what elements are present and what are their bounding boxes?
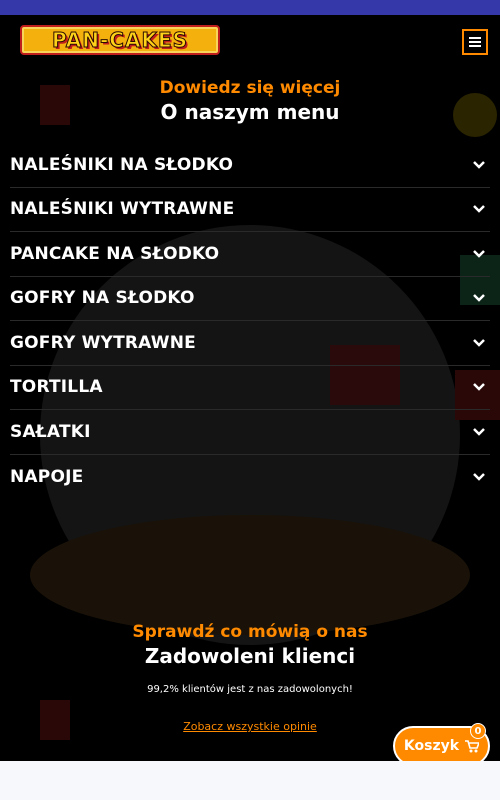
accordion-item-label: GOFRY NA SŁODKO bbox=[10, 288, 195, 309]
accordion-item-label: NALEŚNIKI NA SŁODKO bbox=[10, 154, 234, 175]
reviews-section-kicker: Sprawdź co mówią o nas bbox=[132, 622, 368, 642]
chevron-down-icon bbox=[473, 205, 485, 214]
site-header: PAN-CAKES bbox=[0, 15, 500, 75]
chevron-down-icon bbox=[473, 338, 485, 347]
accordion-item-salatki[interactable]: SAŁATKI bbox=[10, 410, 490, 455]
menu-section-title: O naszym menu bbox=[160, 100, 340, 124]
chevron-down-icon bbox=[473, 383, 485, 392]
chevron-down-icon bbox=[473, 472, 485, 481]
accordion-item-label: NAPOJE bbox=[10, 466, 84, 487]
cart-count-badge: 0 bbox=[470, 723, 486, 739]
chevron-down-icon bbox=[473, 427, 485, 436]
chevron-down-icon bbox=[473, 249, 485, 258]
shopping-cart-icon bbox=[465, 739, 480, 752]
accordion-item-label: PANCAKE NA SŁODKO bbox=[10, 243, 220, 264]
accordion-item-napoje[interactable]: NAPOJE bbox=[10, 455, 490, 500]
cart-button[interactable]: Koszyk 0 bbox=[393, 723, 490, 761]
accordion-item-nalesniki-wytrawne[interactable]: NALEŚNIKI WYTRAWNE bbox=[10, 188, 490, 232]
accordion-item-label: SAŁATKI bbox=[10, 421, 91, 442]
hamburger-icon bbox=[469, 37, 481, 47]
menu-accordion: NALEŚNIKI NA SŁODKO NALEŚNIKI WYTRAWNE P… bbox=[10, 143, 490, 499]
accordion-item-pancake-slodko[interactable]: PANCAKE NA SŁODKO bbox=[10, 232, 490, 277]
chevron-down-icon bbox=[473, 294, 485, 303]
accordion-item-gofry-wytrawne[interactable]: GOFRY WYTRAWNE bbox=[10, 321, 490, 366]
accordion-item-label: GOFRY WYTRAWNE bbox=[10, 332, 196, 353]
logo-text: PAN-CAKES bbox=[51, 28, 189, 53]
hamburger-menu-button[interactable] bbox=[462, 29, 488, 55]
chevron-down-icon bbox=[473, 160, 485, 169]
cart-label: Koszyk bbox=[403, 738, 460, 754]
browser-top-bar bbox=[0, 0, 500, 15]
accordion-item-tortilla[interactable]: TORTILLA bbox=[10, 366, 490, 410]
reviews-satisfaction-text: 99,2% klientów jest z nas zadowolonych! bbox=[147, 684, 353, 695]
pancake-plate-shape bbox=[30, 515, 470, 635]
accordion-item-gofry-slodko[interactable]: GOFRY NA SŁODKO bbox=[10, 277, 490, 321]
menu-section-kicker: Dowiedz się więcej bbox=[159, 78, 341, 98]
accordion-item-label: NALEŚNIKI WYTRAWNE bbox=[10, 199, 235, 220]
pancakes-logo[interactable]: PAN-CAKES bbox=[20, 25, 220, 55]
accordion-item-nalesniki-slodko[interactable]: NALEŚNIKI NA SŁODKO bbox=[10, 143, 490, 188]
reviews-section-title: Zadowoleni klienci bbox=[144, 644, 356, 668]
page-content: PAN-CAKES Dowiedz się więcej O naszym me… bbox=[0, 15, 500, 761]
accordion-item-label: TORTILLA bbox=[10, 377, 103, 398]
